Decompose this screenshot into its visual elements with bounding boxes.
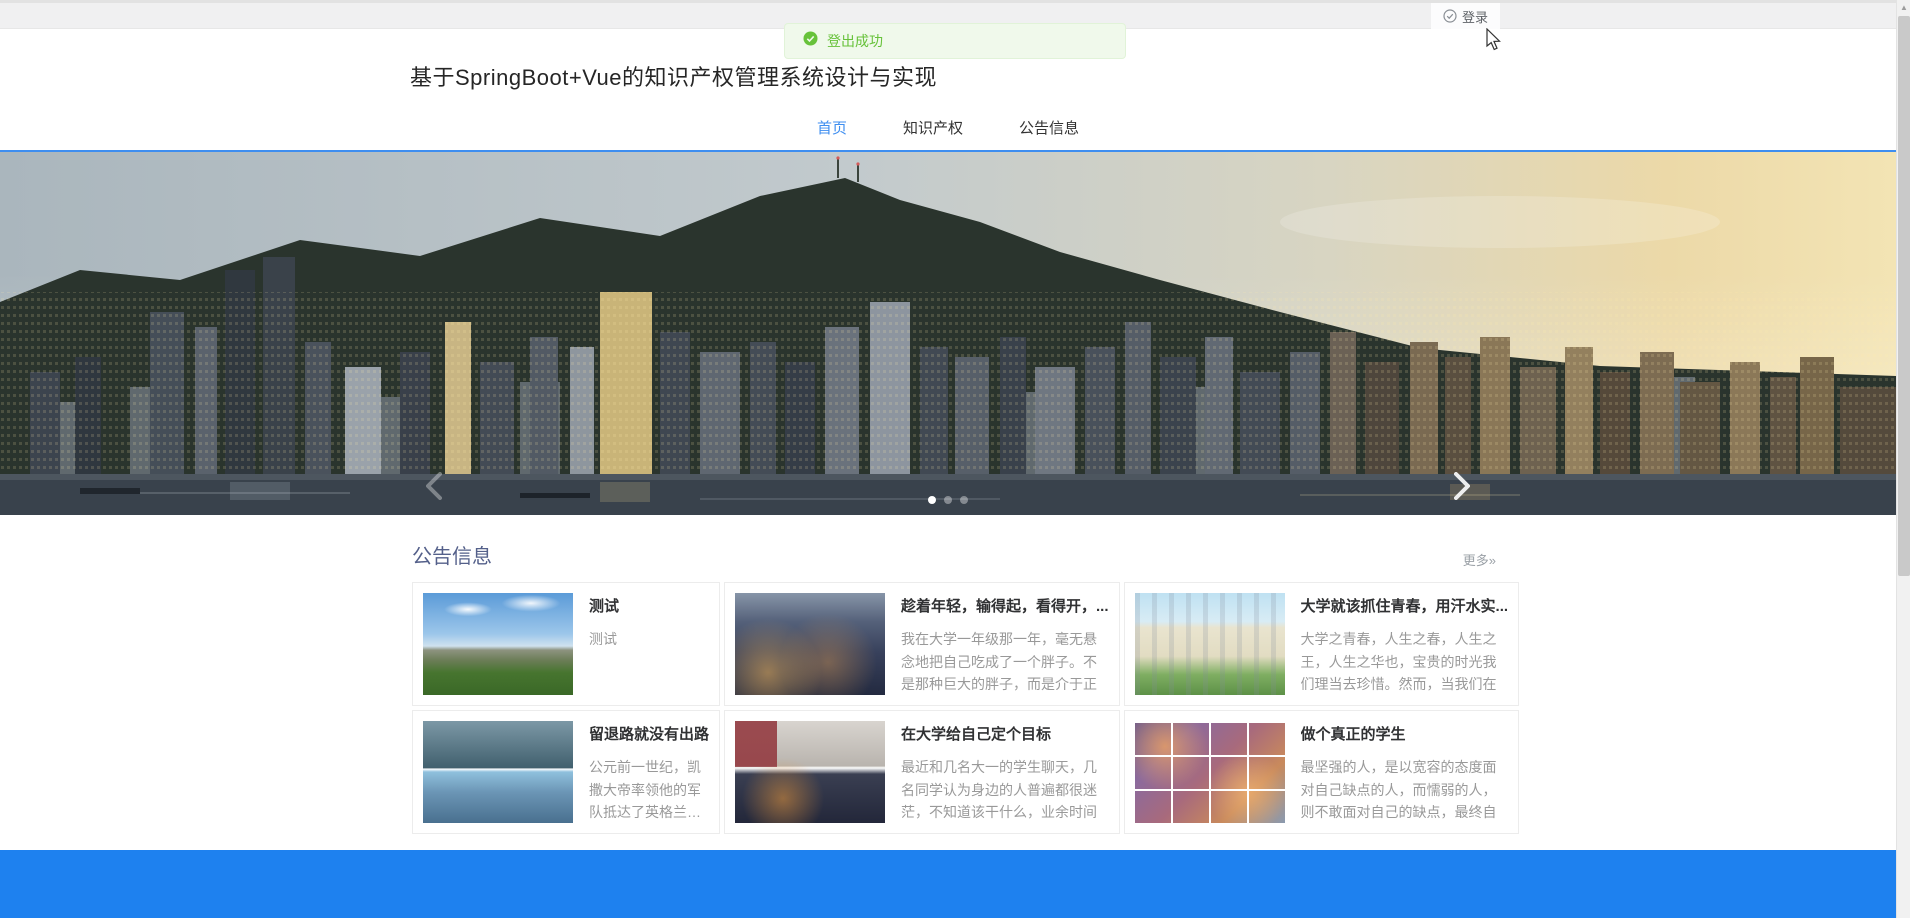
card-title: 测试 [589, 595, 709, 616]
nav-item-home[interactable]: 首页 [815, 113, 849, 142]
circle-check-icon [1443, 9, 1457, 23]
carousel-dot-3[interactable] [960, 496, 968, 504]
card-body: 公元前一世纪，凯撒大帝率领他的军队抵达了英格兰，他决心要赢得这场战争，不管遇到什… [589, 756, 709, 823]
carousel-dot-2[interactable] [944, 496, 952, 504]
announcement-card[interactable]: 做个真正的学生 最坚强的人，是以宽容的态度面对自己缺点的人，而懦弱的人，则不敢面… [1124, 710, 1520, 834]
nav-item-announcements[interactable]: 公告信息 [1017, 113, 1081, 142]
card-text: 做个真正的学生 最坚强的人，是以宽容的态度面对自己缺点的人，而懦弱的人，则不敢面… [1301, 721, 1509, 823]
announcement-cards-grid: 测试 测试 趁着年轻，输得起，看得开，... 我在大学一年级那一年，毫无悬念地把… [412, 582, 1496, 834]
nav-item-intellectual-property[interactable]: 知识产权 [901, 113, 965, 142]
main-nav: 首页 知识产权 公告信息 [0, 113, 1896, 142]
card-text: 测试 测试 [589, 593, 709, 695]
carousel-dots [928, 496, 968, 504]
card-title: 大学就该抓住青春，用汗水实... [1301, 595, 1509, 616]
toast-text: 登出成功 [827, 31, 883, 51]
login-label: 登录 [1462, 7, 1488, 26]
card-text: 在大学给自己定个目标 最近和几名大一的学生聊天，几名同学认为身边的人普遍都很迷茫… [901, 721, 1109, 823]
announcement-card[interactable]: 趁着年轻，输得起，看得开，... 我在大学一年级那一年，毫无悬念地把自己吃成了一… [724, 582, 1120, 706]
vertical-scrollbar[interactable]: ▲ [1896, 0, 1910, 918]
hero-slide-skyline-image [0, 152, 1896, 515]
scrollbar-thumb[interactable] [1898, 16, 1910, 576]
login-button[interactable]: 登录 [1431, 3, 1500, 29]
scifi-city-thumbnail [423, 721, 573, 823]
card-body: 测试 [589, 628, 709, 651]
page-title: 基于SpringBoot+Vue的知识产权管理系统设计与实现 [410, 60, 937, 92]
hero-carousel [0, 152, 1896, 515]
announcement-card[interactable]: 留退路就没有出路 公元前一世纪，凯撒大帝率领他的军队抵达了英格兰，他决心要赢得这… [412, 710, 720, 834]
announcement-card[interactable]: 大学就该抓住青春，用汗水实... 大学之青春，人生之春，人生之王，人生之华也，宝… [1124, 582, 1520, 706]
carousel-prev-button[interactable] [416, 470, 452, 506]
success-check-icon [803, 31, 818, 51]
card-body: 最近和几名大一的学生聊天，几名同学认为身边的人普遍都很迷茫，不知道该干什么，业余… [901, 756, 1109, 823]
card-text: 大学就该抓住青春，用汗水实... 大学之青春，人生之春，人生之王，人生之华也，宝… [1301, 593, 1509, 695]
card-text: 趁着年轻，输得起，看得开，... 我在大学一年级那一年，毫无悬念地把自己吃成了一… [901, 593, 1109, 695]
card-title: 趁着年轻，输得起，看得开，... [901, 595, 1109, 616]
more-link[interactable]: 更多» [1463, 550, 1496, 569]
announcements-section: 公告信息 更多» 测试 测试 趁着年轻，输得起，看得开，... 我在大学一年级那… [412, 540, 1496, 834]
card-body: 我在大学一年级那一年，毫无悬念地把自己吃成了一个胖子。不是那种巨大的胖子，而是介… [901, 628, 1109, 695]
scroll-up-arrow-icon[interactable]: ▲ [1897, 3, 1910, 12]
street-buildings-thumbnail [735, 721, 885, 823]
card-text: 留退路就没有出路 公元前一世纪，凯撒大帝率领他的军队抵达了英格兰，他决心要赢得这… [589, 721, 709, 823]
card-body: 最坚强的人，是以宽容的态度面对自己缺点的人，而懦弱的人，则不敢面对自己的缺点，最… [1301, 756, 1509, 823]
carousel-next-button[interactable] [1444, 470, 1480, 506]
city-dusk-thumbnail [735, 593, 885, 695]
card-body: 大学之青春，人生之春，人生之王，人生之华也，宝贵的时光我们理当去珍惜。然而，当我… [1301, 628, 1509, 695]
section-title: 公告信息 [412, 540, 492, 569]
card-title: 留退路就没有出路 [589, 723, 709, 744]
carousel-dot-1[interactable] [928, 496, 936, 504]
announcement-card[interactable]: 在大学给自己定个目标 最近和几名大一的学生聊天，几名同学认为身边的人普遍都很迷茫… [724, 710, 1120, 834]
card-title: 做个真正的学生 [1301, 723, 1509, 744]
concept-art-grid-thumbnail [1135, 721, 1285, 823]
chevron-right-icon [1451, 471, 1473, 506]
logout-success-toast: 登出成功 [784, 23, 1126, 59]
section-header: 公告信息 更多» [412, 540, 1496, 569]
announcement-card[interactable]: 测试 测试 [412, 582, 720, 706]
card-title: 在大学给自己定个目标 [901, 723, 1109, 744]
residential-buildings-thumbnail [1135, 593, 1285, 695]
page-footer [0, 850, 1896, 918]
campus-building-thumbnail [423, 593, 573, 695]
chevron-left-icon [423, 471, 445, 506]
